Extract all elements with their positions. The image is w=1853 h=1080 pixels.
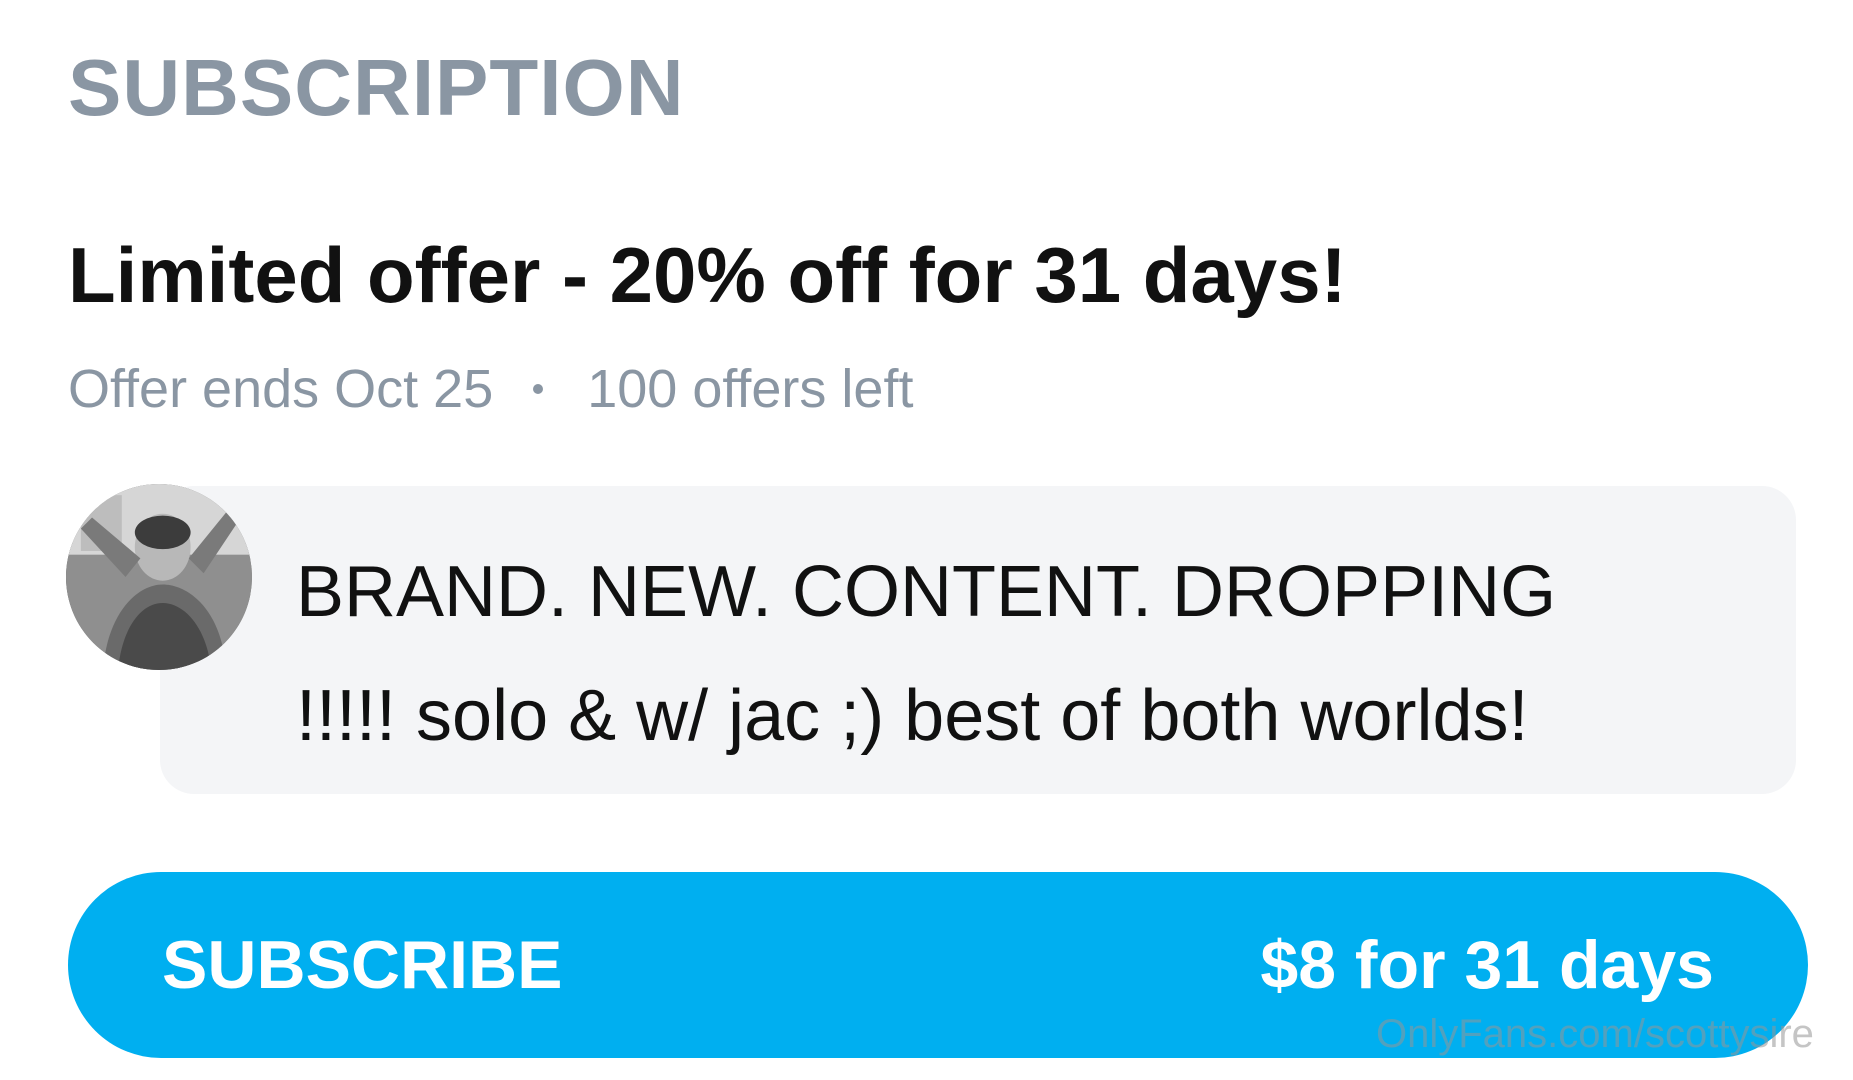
separator-dot [533, 384, 544, 394]
message-line-2: !!!!! solo & w/ jac ;) best of both worl… [296, 676, 1529, 756]
subscribe-label: SUBSCRIBE [162, 927, 563, 1003]
subscribe-price: $8 for 31 days [1260, 927, 1714, 1003]
offer-title: Limited offer - 20% off for 31 days! [68, 231, 1347, 319]
profile-photo-icon [66, 484, 252, 670]
message-text: BRAND. NEW. CONTENT. DROPPING !!!!! solo… [296, 530, 1766, 778]
offers-remaining: 100 offers left [587, 359, 914, 419]
watermark: OnlyFans.com/scottysire [1376, 1012, 1814, 1056]
avatar[interactable] [66, 484, 252, 670]
message-line-1: BRAND. NEW. CONTENT. DROPPING [296, 552, 1557, 632]
offer-end-date: Offer ends Oct 25 [68, 359, 494, 419]
section-title: SUBSCRIPTION [68, 43, 685, 132]
offer-meta: Offer ends Oct 25 100 offers left [68, 362, 913, 416]
